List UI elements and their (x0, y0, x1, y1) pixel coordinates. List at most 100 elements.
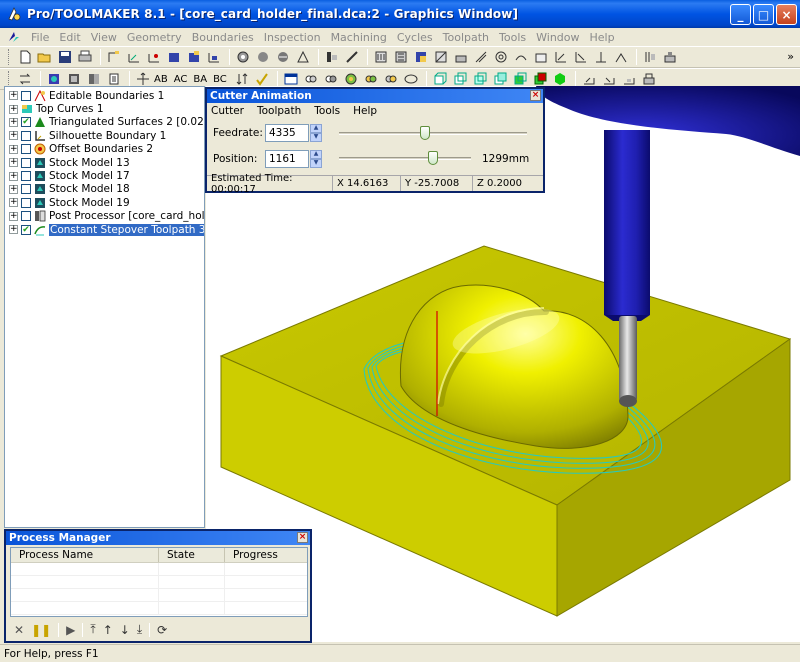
spin-up-icon[interactable]: ▲ (310, 150, 322, 159)
mill-tool-12-icon[interactable] (592, 48, 610, 66)
position-input[interactable]: 1161 (265, 150, 309, 168)
process-manager-close-icon[interactable]: × (297, 532, 308, 543)
view-ab-button[interactable]: AB (154, 74, 168, 85)
machine-tool-icon[interactable] (641, 48, 659, 66)
new-file-icon[interactable] (16, 48, 34, 66)
menu-inspection[interactable]: Inspection (259, 31, 326, 44)
visibility-checkbox[interactable] (21, 130, 31, 141)
expand-icon[interactable]: + (9, 104, 18, 114)
document-menu-icon[interactable] (6, 29, 22, 45)
cutter-animation-dialog[interactable]: Cutter Animation × Cutter Toolpath Tools… (205, 87, 545, 195)
mill-tool-icon[interactable] (372, 48, 390, 66)
menu-window[interactable]: Window (531, 31, 584, 44)
spin-up-icon[interactable]: ▲ (310, 124, 322, 133)
mill-tool-4-icon[interactable] (432, 48, 450, 66)
tree-item[interactable]: + Stock Model 13 (5, 156, 204, 169)
app-icon[interactable] (6, 6, 22, 22)
visibility-checkbox[interactable] (21, 171, 31, 182)
mill-tool-9-icon[interactable] (532, 48, 550, 66)
process-manager-title-bar[interactable]: Process Manager × (6, 531, 310, 545)
boundary-edit-icon[interactable] (125, 48, 143, 66)
expand-icon[interactable]: + (9, 144, 18, 154)
move-bottom-icon[interactable]: ⤓ (137, 622, 142, 637)
menu-geometry[interactable]: Geometry (122, 31, 187, 44)
menu-view[interactable]: View (86, 31, 122, 44)
mill-tool-10-icon[interactable] (552, 48, 570, 66)
stop-icon[interactable]: ✕ (14, 623, 24, 637)
tree-item[interactable]: + Stock Model 18 (5, 183, 204, 196)
play-icon[interactable]: ▶ (66, 623, 75, 637)
save-icon[interactable] (56, 48, 74, 66)
view-point-icon[interactable] (234, 48, 252, 66)
cutter-tool-2-icon[interactable] (343, 48, 361, 66)
mill-tool-2-icon[interactable] (392, 48, 410, 66)
dialog-menu-help[interactable]: Help (353, 105, 377, 117)
tree-item[interactable]: + Top Curves 1 (5, 102, 204, 115)
surface-tool-icon[interactable] (165, 48, 183, 66)
menu-edit[interactable]: Edit (54, 31, 85, 44)
close-button[interactable]: × (776, 4, 797, 25)
expand-icon[interactable]: + (9, 131, 18, 141)
cutter-tool-icon[interactable] (323, 48, 341, 66)
view-sphere-2-icon[interactable] (274, 48, 292, 66)
column-state[interactable]: State (159, 548, 225, 562)
tree-item[interactable]: + Post Processor [core_card_holder03 (5, 210, 204, 223)
dialog-menu-tools[interactable]: Tools (314, 105, 340, 117)
menu-cycles[interactable]: Cycles (392, 31, 438, 44)
tree-item[interactable]: + Stock Model 19 (5, 196, 204, 209)
mill-tool-8-icon[interactable] (512, 48, 530, 66)
view-sphere-icon[interactable] (254, 48, 272, 66)
model-tree[interactable]: + Editable Boundaries 1 + Top Curves 1 +… (4, 86, 205, 528)
view-ac-button[interactable]: AC (174, 74, 188, 85)
position-slider-thumb[interactable] (427, 151, 438, 165)
process-table[interactable]: Process Name State Progress (10, 547, 308, 617)
boundary-offset-icon[interactable] (145, 48, 163, 66)
minimize-button[interactable]: _ (730, 4, 751, 25)
dialog-title-bar[interactable]: Cutter Animation × (207, 89, 543, 103)
visibility-checkbox[interactable] (21, 144, 31, 155)
visibility-checkbox[interactable] (21, 157, 31, 168)
mill-tool-5-icon[interactable] (452, 48, 470, 66)
view-bc-button[interactable]: BC (213, 74, 227, 85)
print-icon[interactable] (76, 48, 94, 66)
feedrate-slider-thumb[interactable] (420, 126, 431, 140)
machine-tool-2-icon[interactable] (661, 48, 679, 66)
tree-item[interactable]: + ✔ Triangulated Surfaces 2 [0.02] (5, 116, 204, 129)
open-folder-icon[interactable] (36, 48, 54, 66)
menu-toolpath[interactable]: Toolpath (438, 31, 494, 44)
mill-tool-13-icon[interactable] (612, 48, 630, 66)
move-top-icon[interactable]: ⤒ (90, 622, 95, 637)
visibility-checkbox[interactable] (21, 90, 31, 101)
tree-item[interactable]: + Silhouette Boundary 1 (5, 129, 204, 142)
tree-item[interactable]: + Offset Boundaries 2 (5, 143, 204, 156)
maximize-button[interactable]: □ (753, 4, 774, 25)
spin-down-icon[interactable]: ▼ (310, 133, 322, 142)
mill-tool-7-icon[interactable] (492, 48, 510, 66)
spin-down-icon[interactable]: ▼ (310, 159, 322, 168)
process-manager-window[interactable]: Process Manager × Process Name State Pro… (4, 529, 312, 643)
tree-item[interactable]: + Stock Model 17 (5, 169, 204, 182)
visibility-checkbox[interactable]: ✔ (21, 117, 31, 128)
move-down-icon[interactable]: ↓ (120, 623, 130, 637)
toolbar-grip[interactable] (8, 49, 11, 65)
visibility-checkbox[interactable]: ✔ (21, 224, 31, 235)
feedrate-slider-track[interactable] (339, 132, 527, 135)
expand-icon[interactable]: + (9, 198, 18, 208)
feedrate-input[interactable]: 4335 (265, 124, 309, 142)
title-bar[interactable]: Pro/TOOLMAKER 8.1 - [core_card_holder_fi… (0, 0, 800, 28)
toolbar-grip[interactable] (8, 71, 11, 87)
feedrate-stepper[interactable]: ▲ ▼ (310, 124, 322, 142)
position-slider-track[interactable] (339, 157, 471, 160)
column-progress[interactable]: Progress (225, 548, 307, 562)
expand-icon[interactable]: + (9, 225, 18, 235)
visibility-checkbox[interactable] (21, 197, 31, 208)
expand-icon[interactable]: + (9, 91, 18, 101)
toolbar-overflow-icon[interactable]: » (787, 50, 794, 63)
view-ba-button[interactable]: BA (193, 74, 207, 85)
expand-icon[interactable]: + (9, 184, 18, 194)
menu-machining[interactable]: Machining (326, 31, 392, 44)
surface-tool-2-icon[interactable] (185, 48, 203, 66)
boundary-tool-icon[interactable] (105, 48, 123, 66)
dialog-menu-cutter[interactable]: Cutter (211, 105, 244, 117)
dialog-close-icon[interactable]: × (530, 90, 541, 101)
